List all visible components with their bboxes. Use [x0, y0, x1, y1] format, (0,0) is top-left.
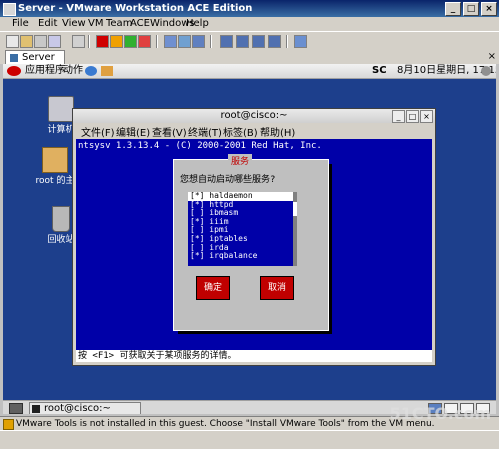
home-folder-icon	[42, 147, 68, 173]
computer-icon	[48, 96, 74, 122]
terminal-menu-edit[interactable]: 编辑(E)	[116, 124, 150, 139]
reset-icon[interactable]	[138, 35, 151, 48]
save-icon[interactable]	[34, 35, 47, 48]
new-vm-icon[interactable]	[6, 35, 19, 48]
terminal-close-button[interactable]: ×	[420, 110, 433, 123]
toolbar-separator	[156, 35, 158, 48]
gnome-top-panel: 应用程序 动作 SC 8月10日星期日, 17:15	[3, 64, 496, 79]
terminal-menu-view[interactable]: 查看(V)	[152, 124, 187, 139]
power-on-icon[interactable]	[124, 35, 137, 48]
menu-edit[interactable]: Edit	[38, 18, 57, 29]
terminal-menu-file[interactable]: 文件(F)	[81, 124, 115, 139]
taskbar-label: root@cisco:~	[44, 403, 111, 414]
minimize-button[interactable]: _	[445, 2, 461, 16]
vmware-app-icon	[3, 3, 16, 16]
help-hint: 按 <F1> 可获取关于某项服务的详情。	[76, 350, 432, 362]
services-dialog: 服务 您想自动启动哪些服务? [*] haldaemon [*] httpd […	[173, 154, 329, 331]
window-controls: _ □ ×	[445, 2, 497, 16]
console-view-icon[interactable]	[268, 35, 281, 48]
toolbar-separator	[88, 35, 90, 48]
toolbar-separator	[210, 35, 212, 48]
watermark: 51CTO.com	[389, 404, 491, 423]
vm-icon	[10, 54, 18, 62]
terminal-maximize-button[interactable]: □	[406, 110, 419, 123]
services-scrollbar[interactable]	[293, 192, 297, 266]
tab-label: Server	[22, 52, 55, 63]
applications-menu[interactable]: 应用程序	[25, 64, 65, 78]
taskbar-terminal-button[interactable]: root@cisco:~	[29, 402, 141, 414]
close-button[interactable]: ×	[481, 2, 497, 16]
toolbar-separator	[286, 35, 288, 48]
revert-snapshot-icon[interactable]	[178, 35, 191, 48]
terminal-menu-tabs[interactable]: 标签(B)	[223, 124, 258, 139]
tools-warning-message: VMware Tools is not installed in this gu…	[16, 419, 435, 429]
menu-view[interactable]: View	[62, 18, 86, 29]
mail-launcher-icon[interactable]	[101, 66, 113, 76]
window-title: Server - VMware Workstation ACE Edition	[18, 3, 253, 14]
terminal-title: root@cisco:~	[220, 110, 288, 121]
dialog-title: 服务	[228, 154, 253, 167]
menu-vm[interactable]: VM	[88, 18, 103, 29]
terminal-window[interactable]: root@cisco:~ _ □ × 文件(F) 编辑(E) 查看(V) 终端(…	[72, 108, 436, 366]
scrollbar-thumb[interactable]	[293, 202, 297, 216]
trash-icon	[52, 206, 70, 232]
terminal-icon	[32, 405, 40, 413]
service-item[interactable]: [*] irqbalance	[188, 251, 293, 261]
input-method-indicator[interactable]: SC	[372, 64, 387, 78]
menu-help[interactable]: Help	[186, 18, 209, 29]
terminal-menu-help[interactable]: 帮助(H)	[260, 124, 295, 139]
take-snapshot-icon[interactable]	[164, 35, 177, 48]
vmware-toolbar	[0, 31, 499, 51]
vmware-title-bar[interactable]: Server - VMware Workstation ACE Edition …	[0, 0, 499, 17]
menu-file[interactable]: File	[12, 18, 29, 29]
show-sidebar-icon[interactable]	[294, 35, 307, 48]
actions-menu[interactable]: 动作	[63, 64, 83, 78]
browser-launcher-icon[interactable]	[85, 66, 97, 76]
tab-close-icon[interactable]: ×	[488, 51, 496, 62]
ntsysv-header: ntsysv 1.3.13.4 - (C) 2000-2001 Red Hat,…	[78, 141, 322, 151]
suspend-icon[interactable]	[110, 35, 123, 48]
ok-button[interactable]: 确定	[196, 276, 230, 300]
terminal-screen[interactable]: ntsysv 1.3.13.4 - (C) 2000-2001 Red Hat,…	[76, 139, 432, 362]
show-desktop-icon[interactable]	[9, 403, 23, 414]
quick-switch-icon[interactable]	[236, 35, 249, 48]
summary-view-icon[interactable]	[252, 35, 265, 48]
snapshot-icon[interactable]	[48, 35, 61, 48]
vmware-device-bar	[0, 430, 499, 449]
dialog-prompt: 您想自动启动哪些服务?	[180, 175, 276, 185]
power-off-icon[interactable]	[96, 35, 109, 48]
properties-icon[interactable]	[72, 35, 85, 48]
warning-icon	[3, 419, 14, 430]
vm-tab-strip: Server ×	[0, 50, 499, 65]
menu-ace[interactable]: ACE	[130, 18, 150, 29]
full-screen-icon[interactable]	[220, 35, 233, 48]
terminal-menu-terminal[interactable]: 终端(T)	[188, 124, 222, 139]
terminal-minimize-button[interactable]: _	[392, 110, 405, 123]
services-list[interactable]: [*] haldaemon [*] httpd [ ] ibmasm [*] i…	[188, 191, 293, 266]
maximize-button[interactable]: □	[463, 2, 479, 16]
open-icon[interactable]	[20, 35, 33, 48]
redhat-logo-icon[interactable]	[7, 66, 21, 76]
volume-icon[interactable]	[481, 66, 491, 76]
tab-server[interactable]: Server	[5, 50, 65, 65]
terminal-title-bar[interactable]: root@cisco:~ _ □ ×	[73, 109, 435, 123]
cancel-button[interactable]: 取消	[260, 276, 294, 300]
menu-team[interactable]: Team	[106, 18, 132, 29]
terminal-menu-bar: 文件(F) 编辑(E) 查看(V) 终端(T) 标签(B) 帮助(H)	[73, 123, 435, 139]
guest-screen[interactable]: 应用程序 动作 SC 8月10日星期日, 17:15 计算机 root 的主 回…	[3, 64, 496, 414]
vmware-menu-bar: File Edit View VM Team ACE Windows Help	[0, 17, 499, 31]
snapshot-manager-icon[interactable]	[192, 35, 205, 48]
